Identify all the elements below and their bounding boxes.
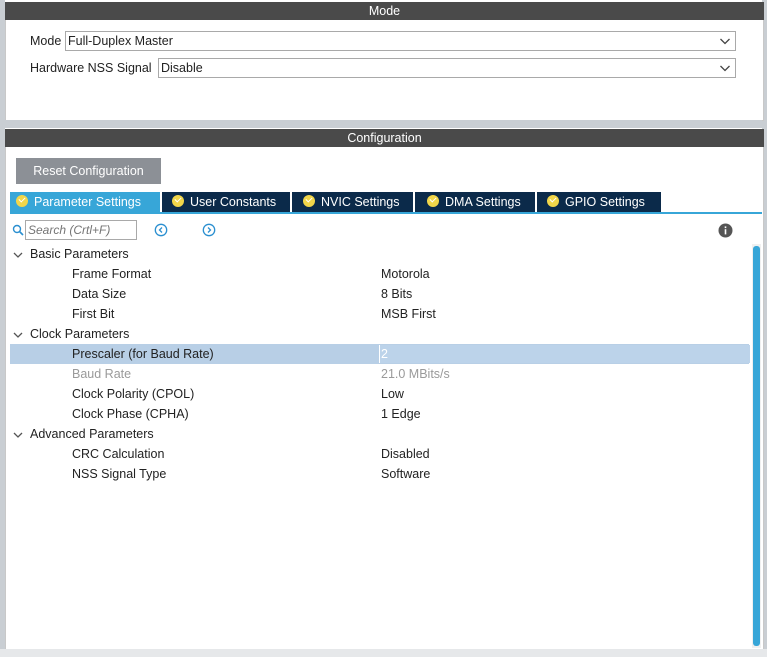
info-icon[interactable] <box>718 223 733 238</box>
param-name: First Bit <box>72 307 115 321</box>
param-row[interactable]: Clock Polarity (CPOL) Low <box>10 384 750 404</box>
param-value: Software <box>381 467 431 481</box>
panel-separator <box>5 120 762 128</box>
configuration-panel-title: Configuration <box>5 129 764 147</box>
group-clock-parameters[interactable]: Clock Parameters <box>10 324 750 344</box>
param-row[interactable]: NSS Signal Type Software <box>10 464 750 484</box>
tab-underline <box>10 212 762 214</box>
param-value: Motorola <box>381 267 430 281</box>
arrow-left-circle-icon[interactable] <box>154 223 168 237</box>
search-input[interactable] <box>25 220 137 240</box>
tab-user-constants[interactable]: User Constants <box>162 192 290 213</box>
param-row[interactable]: Clock Phase (CPHA) 1 Edge <box>10 404 750 424</box>
param-name: Frame Format <box>72 267 152 281</box>
search-icon <box>12 224 24 236</box>
nss-select[interactable]: Disable <box>158 58 736 78</box>
group-label: Basic Parameters <box>30 247 129 261</box>
group-basic-parameters[interactable]: Basic Parameters <box>10 244 750 264</box>
param-row[interactable]: CRC Calculation Disabled <box>10 444 750 464</box>
bottom-border <box>0 649 767 657</box>
param-value: 2 <box>381 347 388 361</box>
param-row[interactable]: Frame Format Motorola <box>10 264 750 284</box>
check-circle-icon <box>547 195 559 207</box>
mode-label: Mode <box>30 34 62 48</box>
group-advanced-parameters[interactable]: Advanced Parameters <box>10 424 750 444</box>
param-name: NSS Signal Type <box>72 467 167 481</box>
param-row-selected[interactable]: Prescaler (for Baud Rate) 2 <box>10 344 750 364</box>
chevron-down-icon <box>720 65 730 72</box>
check-circle-icon <box>16 195 28 207</box>
expand-toggle-icon[interactable] <box>13 250 23 260</box>
param-name: Prescaler (for Baud Rate) <box>72 347 214 361</box>
tab-gpio-settings[interactable]: GPIO Settings <box>537 192 661 213</box>
nss-label: Hardware NSS Signal <box>30 61 152 75</box>
param-name: Baud Rate <box>72 367 132 381</box>
tab-label: NVIC Settings <box>321 195 400 209</box>
chevron-down-icon <box>720 38 730 45</box>
param-value: MSB First <box>381 307 436 321</box>
param-value-input[interactable] <box>379 345 750 363</box>
arrow-right-circle-icon[interactable] <box>202 223 216 237</box>
expand-toggle-icon[interactable] <box>13 330 23 340</box>
param-row-disabled: Baud Rate 21.0 MBits/s <box>10 364 750 384</box>
param-name: Clock Polarity (CPOL) <box>72 387 195 401</box>
group-label: Clock Parameters <box>30 327 130 341</box>
nss-select-value: Disable <box>161 61 203 75</box>
param-name: Clock Phase (CPHA) <box>72 407 189 421</box>
param-name: CRC Calculation <box>72 447 165 461</box>
param-name: Data Size <box>72 287 127 301</box>
tab-label: User Constants <box>190 195 277 209</box>
param-row[interactable]: Data Size 8 Bits <box>10 284 750 304</box>
reset-configuration-button[interactable]: Reset Configuration <box>16 158 161 184</box>
tab-label: DMA Settings <box>445 195 521 209</box>
param-value: 21.0 MBits/s <box>381 367 450 381</box>
tab-dma-settings[interactable]: DMA Settings <box>415 192 535 213</box>
param-value: 8 Bits <box>381 287 413 301</box>
check-circle-icon <box>427 195 439 207</box>
param-value: Low <box>381 387 404 401</box>
param-row[interactable]: First Bit MSB First <box>10 304 750 324</box>
check-circle-icon <box>172 195 184 207</box>
mode-panel-title: Mode <box>5 2 764 20</box>
param-value: Disabled <box>381 447 430 461</box>
tab-label: Parameter Settings <box>34 195 141 209</box>
group-label: Advanced Parameters <box>30 427 154 441</box>
tab-label: GPIO Settings <box>565 195 645 209</box>
tab-nvic-settings[interactable]: NVIC Settings <box>292 192 413 213</box>
scrollbar-thumb[interactable] <box>753 246 760 646</box>
mode-select-value: Full-Duplex Master <box>68 34 173 48</box>
mode-select[interactable]: Full-Duplex Master <box>65 31 736 51</box>
param-value: 1 Edge <box>381 407 421 421</box>
expand-toggle-icon[interactable] <box>13 430 23 440</box>
check-circle-icon <box>303 195 315 207</box>
tab-parameter-settings[interactable]: Parameter Settings <box>10 192 160 213</box>
